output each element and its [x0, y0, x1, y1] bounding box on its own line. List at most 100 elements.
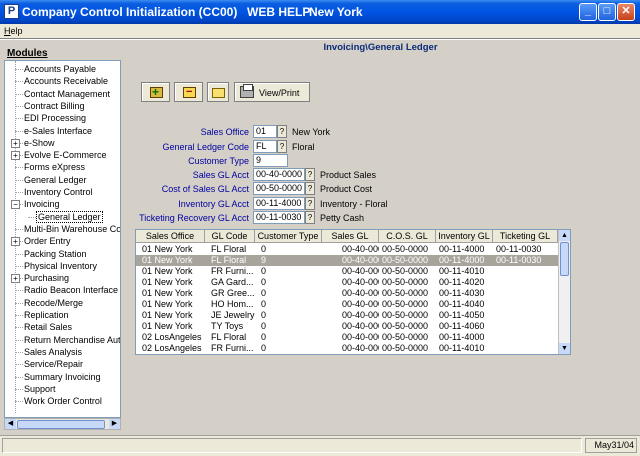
sidebar-item[interactable]: Contract Billing: [5, 100, 120, 112]
sidebar-item-label: Work Order Control: [24, 396, 102, 407]
view-print-button[interactable]: View/Print: [234, 82, 310, 102]
scroll-down-icon[interactable]: ▼: [559, 343, 570, 354]
sidebar-item[interactable]: + Evolve E-Commerce: [5, 149, 120, 161]
table-cell: GA Gard...: [211, 354, 255, 355]
sidebar-item-label: Service/Repair: [24, 359, 84, 370]
column-header[interactable]: Inventory GL: [436, 230, 493, 243]
sidebar-item[interactable]: Forms eXpress: [5, 161, 120, 173]
gl-code-lookup-button[interactable]: ?: [277, 140, 287, 153]
sidebar-item[interactable]: Replication: [5, 309, 120, 321]
sales-gl-input[interactable]: 00-40-0000: [253, 168, 305, 181]
sidebar-item[interactable]: + Purchasing: [5, 272, 120, 284]
expand-icon[interactable]: +: [11, 237, 20, 247]
tree-connector: [15, 81, 23, 83]
scroll-thumb[interactable]: [17, 420, 105, 429]
table-vertical-scrollbar[interactable]: ▲ ▼: [558, 230, 570, 354]
table-cell: 00-40-0000: [342, 321, 379, 331]
delete-record-button[interactable]: [174, 82, 203, 102]
expand-icon[interactable]: +: [11, 138, 20, 148]
column-header[interactable]: Customer Type: [255, 230, 322, 243]
sidebar-item[interactable]: Inventory Control: [5, 186, 120, 198]
column-header[interactable]: GL Code: [205, 230, 255, 243]
table-row[interactable]: 01 New York JE Jewelry 0 00-40-000000-50-00…: [136, 310, 558, 321]
status-date: May31/04: [585, 438, 637, 453]
expand-icon[interactable]: +: [11, 151, 20, 161]
sidebar-item[interactable]: + Order Entry: [5, 235, 120, 247]
sidebar-item[interactable]: Accounts Receivable: [5, 75, 120, 87]
sidebar-item[interactable]: Service/Repair: [5, 358, 120, 370]
column-header[interactable]: Sales GL: [322, 230, 379, 243]
menu-help[interactable]: Help: [4, 26, 23, 36]
ticketing-gl-input[interactable]: 00-11-0030: [253, 211, 305, 224]
table-row[interactable]: 01 New York GA Gard... 0 00-40-000000-50-00…: [136, 277, 558, 288]
gl-code-input[interactable]: FL: [253, 140, 277, 153]
table-row[interactable]: 01 New York FL Floral 0 00-40-000000-50-000…: [136, 244, 558, 255]
inventory-gl-lookup-button[interactable]: ?: [305, 197, 315, 210]
sidebar-item[interactable]: Support: [5, 383, 120, 395]
scroll-thumb[interactable]: [560, 242, 569, 276]
tree-connector: [15, 302, 23, 304]
sidebar-item[interactable]: Contact Management: [5, 88, 120, 100]
collapse-icon[interactable]: −: [11, 200, 20, 210]
table-row[interactable]: 01 New York TY Toys 0 00-40-000000-50-0000 0…: [136, 321, 558, 332]
modules-tree[interactable]: Accounts Payable Accounts Receivable Conta…: [4, 60, 121, 418]
close-button[interactable]: ✕: [617, 3, 635, 21]
table-cell: 01 New York: [142, 244, 193, 254]
sidebar-item[interactable]: Radio Beacon Interface: [5, 284, 120, 296]
column-header[interactable]: C.O.S. GL: [379, 230, 436, 243]
sidebar-item[interactable]: Retail Sales: [5, 321, 120, 333]
sidebar-item[interactable]: + e-Show: [5, 137, 120, 149]
column-header[interactable]: Ticketing GL: [493, 230, 558, 243]
tree-connector: [15, 327, 23, 329]
scroll-right-icon[interactable]: ▶: [109, 419, 120, 429]
maximize-button[interactable]: □: [598, 3, 616, 21]
sidebar-item[interactable]: Summary Invoicing: [5, 371, 120, 383]
sidebar-item[interactable]: Sales Analysis: [5, 346, 120, 358]
customer-type-input[interactable]: 9: [253, 154, 288, 167]
table-cell: 00-11-4000: [439, 332, 485, 342]
sidebar-item[interactable]: Multi-Bin Warehouse Con: [5, 223, 120, 235]
sidebar-item[interactable]: General Ledger: [5, 174, 120, 186]
table-row[interactable]: 01 New York HO Hom... 0 00-40-000000-50-000…: [136, 299, 558, 310]
table-row[interactable]: 01 New York GR Gree... 0 00-40-000000-50-00…: [136, 288, 558, 299]
table-cell: 00-40-0000: [342, 288, 379, 298]
inventory-gl-input[interactable]: 00-11-4000: [253, 197, 305, 210]
web-help-link[interactable]: WEB HELP: [247, 5, 310, 19]
scroll-up-icon[interactable]: ▲: [559, 230, 570, 241]
sidebar-item[interactable]: Packing Station: [5, 248, 120, 260]
minimize-button[interactable]: _: [579, 3, 597, 21]
sidebar-item[interactable]: Physical Inventory: [5, 260, 120, 272]
cos-gl-lookup-button[interactable]: ?: [305, 182, 315, 195]
sidebar-item[interactable]: Return Merchandise Auth: [5, 334, 120, 346]
gl-table[interactable]: Sales Office GL Code Customer Type Sales GL…: [135, 229, 571, 355]
expand-icon[interactable]: +: [11, 274, 20, 284]
sidebar-item[interactable]: EDI Processing: [5, 112, 120, 124]
sidebar-item[interactable]: e-Sales Interface: [5, 125, 120, 137]
ticketing-gl-lookup-button[interactable]: ?: [305, 211, 315, 224]
table-row[interactable]: 02 LosAngeles GA Gard... 0 00-40-000000-50-…: [136, 354, 558, 355]
sales-office-lookup-button[interactable]: ?: [277, 125, 287, 138]
tree-horizontal-scrollbar[interactable]: ◀ ▶: [4, 418, 121, 430]
table-row[interactable]: 01 New York FL Floral 9 00-40-000000-50-000…: [136, 255, 558, 266]
sidebar-item-label: Invoicing: [24, 199, 60, 210]
table-cell: 02 LosAngeles: [142, 354, 205, 355]
sidebar-item[interactable]: Recode/Merge: [5, 297, 120, 309]
table-row[interactable]: 02 LosAngeles FR Furni... 0 00-40-000000-50…: [136, 343, 558, 354]
open-folder-button[interactable]: [207, 82, 229, 102]
sidebar-item[interactable]: − Invoicing: [5, 198, 120, 210]
column-header[interactable]: Sales Office: [136, 230, 205, 243]
add-record-button[interactable]: [141, 82, 170, 102]
sidebar-item[interactable]: General Ledger: [5, 210, 120, 223]
customer-type-label: Customer Type: [188, 156, 249, 166]
cos-gl-input[interactable]: 00-50-0000: [253, 182, 305, 195]
sales-office-input[interactable]: 01: [253, 125, 277, 138]
sidebar-item[interactable]: Accounts Payable: [5, 63, 120, 75]
ticketing-gl-label: Ticketing Recovery GL Acct: [139, 213, 249, 223]
table-row[interactable]: 02 LosAngeles FL Floral 0 00-40-000000-50-0…: [136, 332, 558, 343]
sidebar-item[interactable]: Work Order Control: [5, 395, 120, 407]
scroll-left-icon[interactable]: ◀: [5, 419, 16, 429]
table-row[interactable]: 01 New York FR Furni... 0 00-40-000000-50-0…: [136, 266, 558, 277]
table-cell: 00-11-4020: [439, 354, 493, 355]
sales-gl-lookup-button[interactable]: ?: [305, 168, 315, 181]
tree-connector: [15, 401, 23, 403]
